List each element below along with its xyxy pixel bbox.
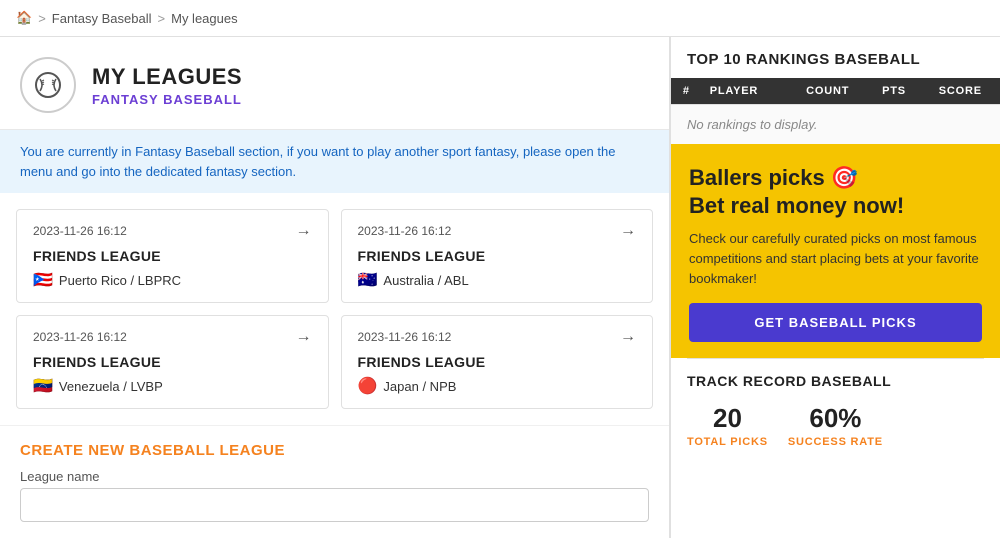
- league-card-header: 2023-11-26 16:12 →: [33, 222, 312, 240]
- rankings-title: TOP 10 RANKINGS BASEBALL: [671, 37, 1000, 78]
- arrow-icon: →: [296, 328, 312, 346]
- league-name: FRIENDS LEAGUE: [358, 248, 637, 264]
- success-rate-label: SUCCESS RATE: [788, 436, 883, 448]
- col-header-hash: #: [671, 78, 702, 104]
- track-stats: 20 TOTAL PICKS 60% SUCCESS RATE: [687, 403, 984, 448]
- league-card-header: 2023-11-26 16:12 →: [358, 222, 637, 240]
- league-date: 2023-11-26 16:12: [33, 224, 127, 238]
- league-region: 🔴 Japan / NPB: [358, 376, 637, 396]
- rankings-table: # PLAYER COUNT PTS SCORE: [671, 78, 1000, 104]
- col-header-player: PLAYER: [702, 78, 788, 104]
- breadcrumb-item-1[interactable]: Fantasy Baseball: [52, 11, 152, 26]
- breadcrumb: 🏠 > Fantasy Baseball > My leagues: [0, 0, 1000, 37]
- total-picks-stat: 20 TOTAL PICKS: [687, 403, 768, 448]
- league-date: 2023-11-26 16:12: [33, 330, 127, 344]
- league-card[interactable]: 2023-11-26 16:12 → FRIENDS LEAGUE 🇻🇪 Ven…: [16, 315, 329, 409]
- col-header-pts: PTS: [867, 78, 920, 104]
- create-title: CREATE NEW BASEBALL LEAGUE: [20, 442, 649, 459]
- app-wrapper: 🏠 > Fantasy Baseball > My leagues: [0, 0, 1000, 538]
- ad-title-text: Ballers picks 🎯 Bet real money now!: [689, 165, 904, 218]
- league-card[interactable]: 2023-11-26 16:12 → FRIENDS LEAGUE 🇦🇺 Aus…: [341, 209, 654, 303]
- league-card-header: 2023-11-26 16:12 →: [358, 328, 637, 346]
- region-text: Puerto Rico / LBPRC: [59, 273, 181, 288]
- league-card[interactable]: 2023-11-26 16:12 → FRIENDS LEAGUE 🔴 Japa…: [341, 315, 654, 409]
- region-text: Australia / ABL: [383, 273, 468, 288]
- breadcrumb-item-2[interactable]: My leagues: [171, 11, 237, 26]
- create-section: CREATE NEW BASEBALL LEAGUE League name: [0, 425, 669, 538]
- flag-icon: 🇵🇷: [33, 270, 53, 290]
- form-label: League name: [20, 469, 649, 484]
- flag-icon: 🇻🇪: [33, 376, 53, 396]
- left-panel: MY LEAGUES FANTASY BASEBALL You are curr…: [0, 37, 670, 538]
- right-panel: TOP 10 RANKINGS BASEBALL # PLAYER COUNT …: [670, 37, 1000, 538]
- league-region: 🇻🇪 Venezuela / LVBP: [33, 376, 312, 396]
- get-picks-button[interactable]: GET BASEBALL PICKS: [689, 303, 982, 342]
- league-date: 2023-11-26 16:12: [358, 224, 452, 238]
- info-banner-text: You are currently in Fantasy Baseball se…: [20, 144, 615, 179]
- header-text: MY LEAGUES FANTASY BASEBALL: [92, 64, 242, 107]
- rankings-empty: No rankings to display.: [671, 104, 1000, 144]
- region-text: Japan / NPB: [383, 379, 456, 394]
- main-area: MY LEAGUES FANTASY BASEBALL You are curr…: [0, 37, 1000, 538]
- ad-description: Check our carefully curated picks on mos…: [689, 229, 982, 289]
- rankings-section: TOP 10 RANKINGS BASEBALL # PLAYER COUNT …: [671, 37, 1000, 144]
- breadcrumb-sep-1: >: [38, 11, 46, 26]
- region-text: Venezuela / LVBP: [59, 379, 163, 394]
- league-name: FRIENDS LEAGUE: [358, 354, 637, 370]
- leagues-grid: 2023-11-26 16:12 → FRIENDS LEAGUE 🇵🇷 Pue…: [0, 193, 669, 425]
- arrow-icon: →: [620, 222, 636, 240]
- page-title: MY LEAGUES: [92, 64, 242, 90]
- breadcrumb-sep-2: >: [158, 11, 166, 26]
- ad-title: Ballers picks 🎯 Bet real money now!: [689, 164, 982, 219]
- league-card[interactable]: 2023-11-26 16:12 → FRIENDS LEAGUE 🇵🇷 Pue…: [16, 209, 329, 303]
- league-name: FRIENDS LEAGUE: [33, 248, 312, 264]
- league-name: FRIENDS LEAGUE: [33, 354, 312, 370]
- track-record: TRACK RECORD BASEBALL 20 TOTAL PICKS 60%…: [671, 359, 1000, 462]
- page-subtitle: FANTASY BASEBALL: [92, 92, 242, 107]
- col-header-score: SCORE: [921, 78, 1000, 104]
- arrow-icon: →: [296, 222, 312, 240]
- track-record-title: TRACK RECORD BASEBALL: [687, 373, 984, 389]
- ad-banner: Ballers picks 🎯 Bet real money now! Chec…: [671, 144, 1000, 358]
- baseball-icon: [20, 57, 76, 113]
- league-region: 🇵🇷 Puerto Rico / LBPRC: [33, 270, 312, 290]
- flag-icon: 🔴: [358, 376, 378, 396]
- success-rate-value: 60%: [809, 403, 861, 434]
- league-name-input[interactable]: [20, 488, 649, 522]
- info-banner: You are currently in Fantasy Baseball se…: [0, 130, 669, 193]
- total-picks-label: TOTAL PICKS: [687, 436, 768, 448]
- home-icon[interactable]: 🏠: [16, 10, 32, 26]
- league-date: 2023-11-26 16:12: [358, 330, 452, 344]
- col-header-count: COUNT: [788, 78, 867, 104]
- success-rate-stat: 60% SUCCESS RATE: [788, 403, 883, 448]
- total-picks-value: 20: [713, 403, 742, 434]
- flag-icon: 🇦🇺: [358, 270, 378, 290]
- arrow-icon: →: [620, 328, 636, 346]
- league-card-header: 2023-11-26 16:12 →: [33, 328, 312, 346]
- header-section: MY LEAGUES FANTASY BASEBALL: [0, 37, 669, 130]
- league-region: 🇦🇺 Australia / ABL: [358, 270, 637, 290]
